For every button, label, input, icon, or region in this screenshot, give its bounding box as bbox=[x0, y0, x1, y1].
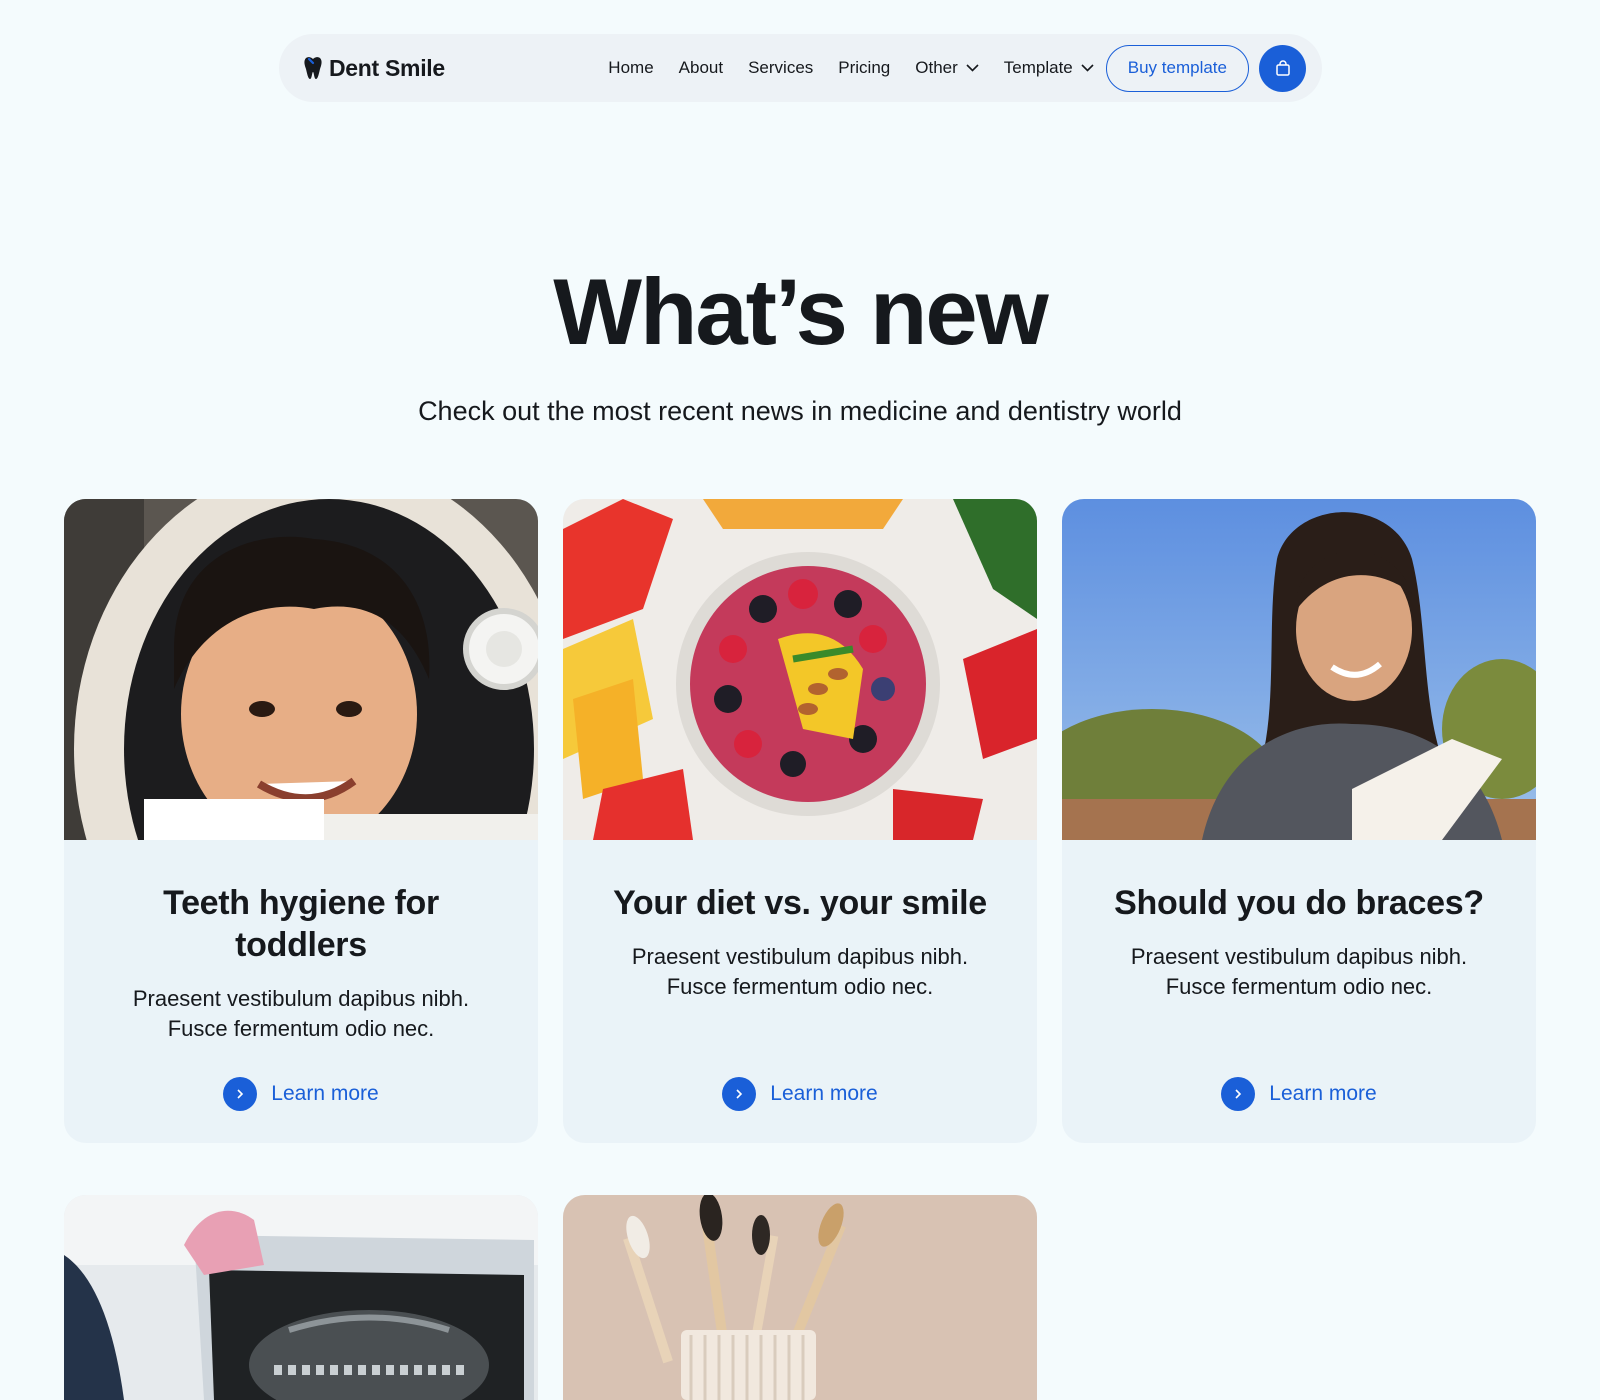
brand-name: Dent Smile bbox=[329, 54, 445, 81]
learn-more-link[interactable]: Learn more bbox=[1062, 1077, 1536, 1111]
nav-services[interactable]: Services bbox=[748, 58, 813, 78]
nav-home[interactable]: Home bbox=[608, 58, 653, 78]
learn-more-link[interactable]: Learn more bbox=[563, 1077, 1037, 1111]
learn-more-label: Learn more bbox=[1269, 1082, 1377, 1105]
navbar: Dent Smile Home About Services Pricing O… bbox=[279, 34, 1322, 102]
news-card bbox=[64, 1195, 538, 1400]
child-astronaut-photo[interactable] bbox=[64, 499, 538, 840]
arrow-right-icon bbox=[223, 1077, 258, 1111]
news-card bbox=[563, 1195, 1037, 1400]
card-description: Praesent vestibulum dapibus nibh. Fusce … bbox=[631, 944, 969, 999]
card-title: Your diet vs. your smile bbox=[613, 884, 987, 922]
nav-about[interactable]: About bbox=[679, 58, 723, 78]
nav-other-dropdown[interactable]: Other bbox=[915, 58, 979, 78]
card-description: Praesent vestibulum dapibus nibh. Fusce … bbox=[132, 986, 470, 1041]
nav-other-label: Other bbox=[915, 58, 958, 77]
page-subtitle: Check out the most recent news in medici… bbox=[418, 396, 1182, 426]
card-description: Praesent vestibulum dapibus nibh. Fusce … bbox=[1130, 944, 1468, 999]
cart-button[interactable] bbox=[1259, 44, 1306, 92]
shopping-bag-icon bbox=[1275, 60, 1290, 76]
buy-template-button[interactable]: Buy template bbox=[1105, 44, 1249, 92]
card-title: Teeth hygiene for toddlers bbox=[163, 884, 439, 964]
tooth-icon bbox=[304, 57, 322, 79]
news-card: Your diet vs. your smile Praesent vestib… bbox=[563, 499, 1037, 1143]
arrow-right-icon bbox=[722, 1077, 757, 1111]
arrow-right-icon bbox=[1221, 1077, 1256, 1111]
learn-more-link[interactable]: Learn more bbox=[64, 1077, 538, 1111]
nav-template-dropdown[interactable]: Template bbox=[1004, 58, 1094, 78]
page-title: What’s new bbox=[553, 259, 1049, 364]
nav-template-label: Template bbox=[1003, 58, 1073, 77]
chevron-down-icon bbox=[966, 64, 979, 72]
dental-xray-photo[interactable] bbox=[64, 1195, 538, 1400]
brand-logo[interactable]: Dent Smile bbox=[303, 55, 445, 82]
nav-pricing[interactable]: Pricing bbox=[838, 58, 890, 78]
learn-more-label: Learn more bbox=[770, 1082, 878, 1105]
woman-reading-photo[interactable] bbox=[1062, 499, 1536, 840]
news-card: Teeth hygiene for toddlers Praesent vest… bbox=[64, 499, 538, 1143]
bamboo-toothbrushes-photo[interactable] bbox=[563, 1195, 1037, 1400]
fruit-bowl-photo[interactable] bbox=[563, 499, 1037, 840]
chevron-down-icon bbox=[1081, 64, 1094, 72]
card-title: Should you do braces? bbox=[1114, 884, 1484, 922]
news-card: Should you do braces? Praesent vestibulu… bbox=[1062, 499, 1536, 1143]
learn-more-label: Learn more bbox=[271, 1082, 379, 1105]
